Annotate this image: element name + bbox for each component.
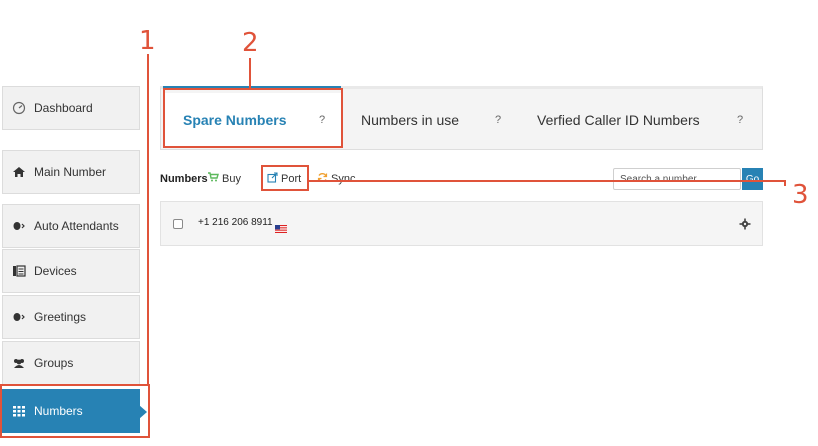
sidebar-item-label: Devices <box>34 264 77 278</box>
sidebar-item-auto-attendants[interactable]: Auto Attendants <box>2 204 140 248</box>
callout-line-2 <box>249 58 251 88</box>
sidebar-item-label: Auto Attendants <box>34 219 119 233</box>
table-row: +1 216 206 8911 <box>160 201 763 246</box>
sidebar-item-groups[interactable]: Groups <box>2 341 140 385</box>
search-input[interactable] <box>613 168 741 190</box>
callout-number-1: 1 <box>139 26 156 56</box>
sidebar-item-label: Groups <box>34 356 74 370</box>
sidebar-item-label: Dashboard <box>34 101 93 115</box>
sync-label: Sync <box>331 173 356 185</box>
sync-button[interactable]: Sync <box>317 172 355 186</box>
sidebar-item-greetings[interactable]: Greetings <box>2 295 140 339</box>
sidebar-item-main-number[interactable]: Main Number <box>2 150 140 194</box>
callout-line-1 <box>147 54 149 384</box>
sidebar-item-label: Greetings <box>34 310 87 324</box>
sidebar-item-label: Main Number <box>34 165 107 179</box>
callout-line-3 <box>309 180 786 182</box>
callout-number-2: 2 <box>242 28 259 58</box>
go-button[interactable]: Go <box>742 168 763 190</box>
help-icon[interactable]: ? <box>495 114 501 126</box>
cart-icon <box>208 172 219 185</box>
tab-label: Verfied Caller ID Numbers <box>537 111 700 128</box>
numbers-toolbar: Numbers <box>160 168 208 190</box>
gauge-icon <box>12 101 26 115</box>
us-flag-icon <box>275 220 287 233</box>
callout-number-3: 3 <box>792 180 809 210</box>
buy-button[interactable]: Buy <box>208 172 241 185</box>
callout-box-numbers <box>0 384 150 438</box>
tab-verified-caller-id[interactable]: Verfied Caller ID Numbers ? <box>537 93 757 146</box>
callout-box-spare-numbers <box>163 88 343 148</box>
row-checkbox[interactable] <box>173 219 183 229</box>
speaker-icon <box>12 310 26 324</box>
speaker-icon <box>12 219 26 233</box>
tab-numbers-in-use[interactable]: Numbers in use ? <box>361 93 511 146</box>
home-icon <box>12 165 26 179</box>
phone-number: +1 216 206 8911 <box>198 217 273 228</box>
callout-box-port <box>261 165 309 191</box>
sync-icon <box>317 172 328 186</box>
buy-label: Buy <box>222 172 241 185</box>
section-title: Numbers <box>160 173 208 185</box>
help-icon[interactable]: ? <box>737 114 743 126</box>
callout-line-3-tick <box>784 180 786 186</box>
devices-icon <box>12 264 26 278</box>
sidebar-item-devices[interactable]: Devices <box>2 249 140 293</box>
gear-icon[interactable] <box>739 217 751 230</box>
sidebar-item-dashboard[interactable]: Dashboard <box>2 86 140 130</box>
users-icon <box>12 356 26 370</box>
tab-label: Numbers in use <box>361 111 460 128</box>
